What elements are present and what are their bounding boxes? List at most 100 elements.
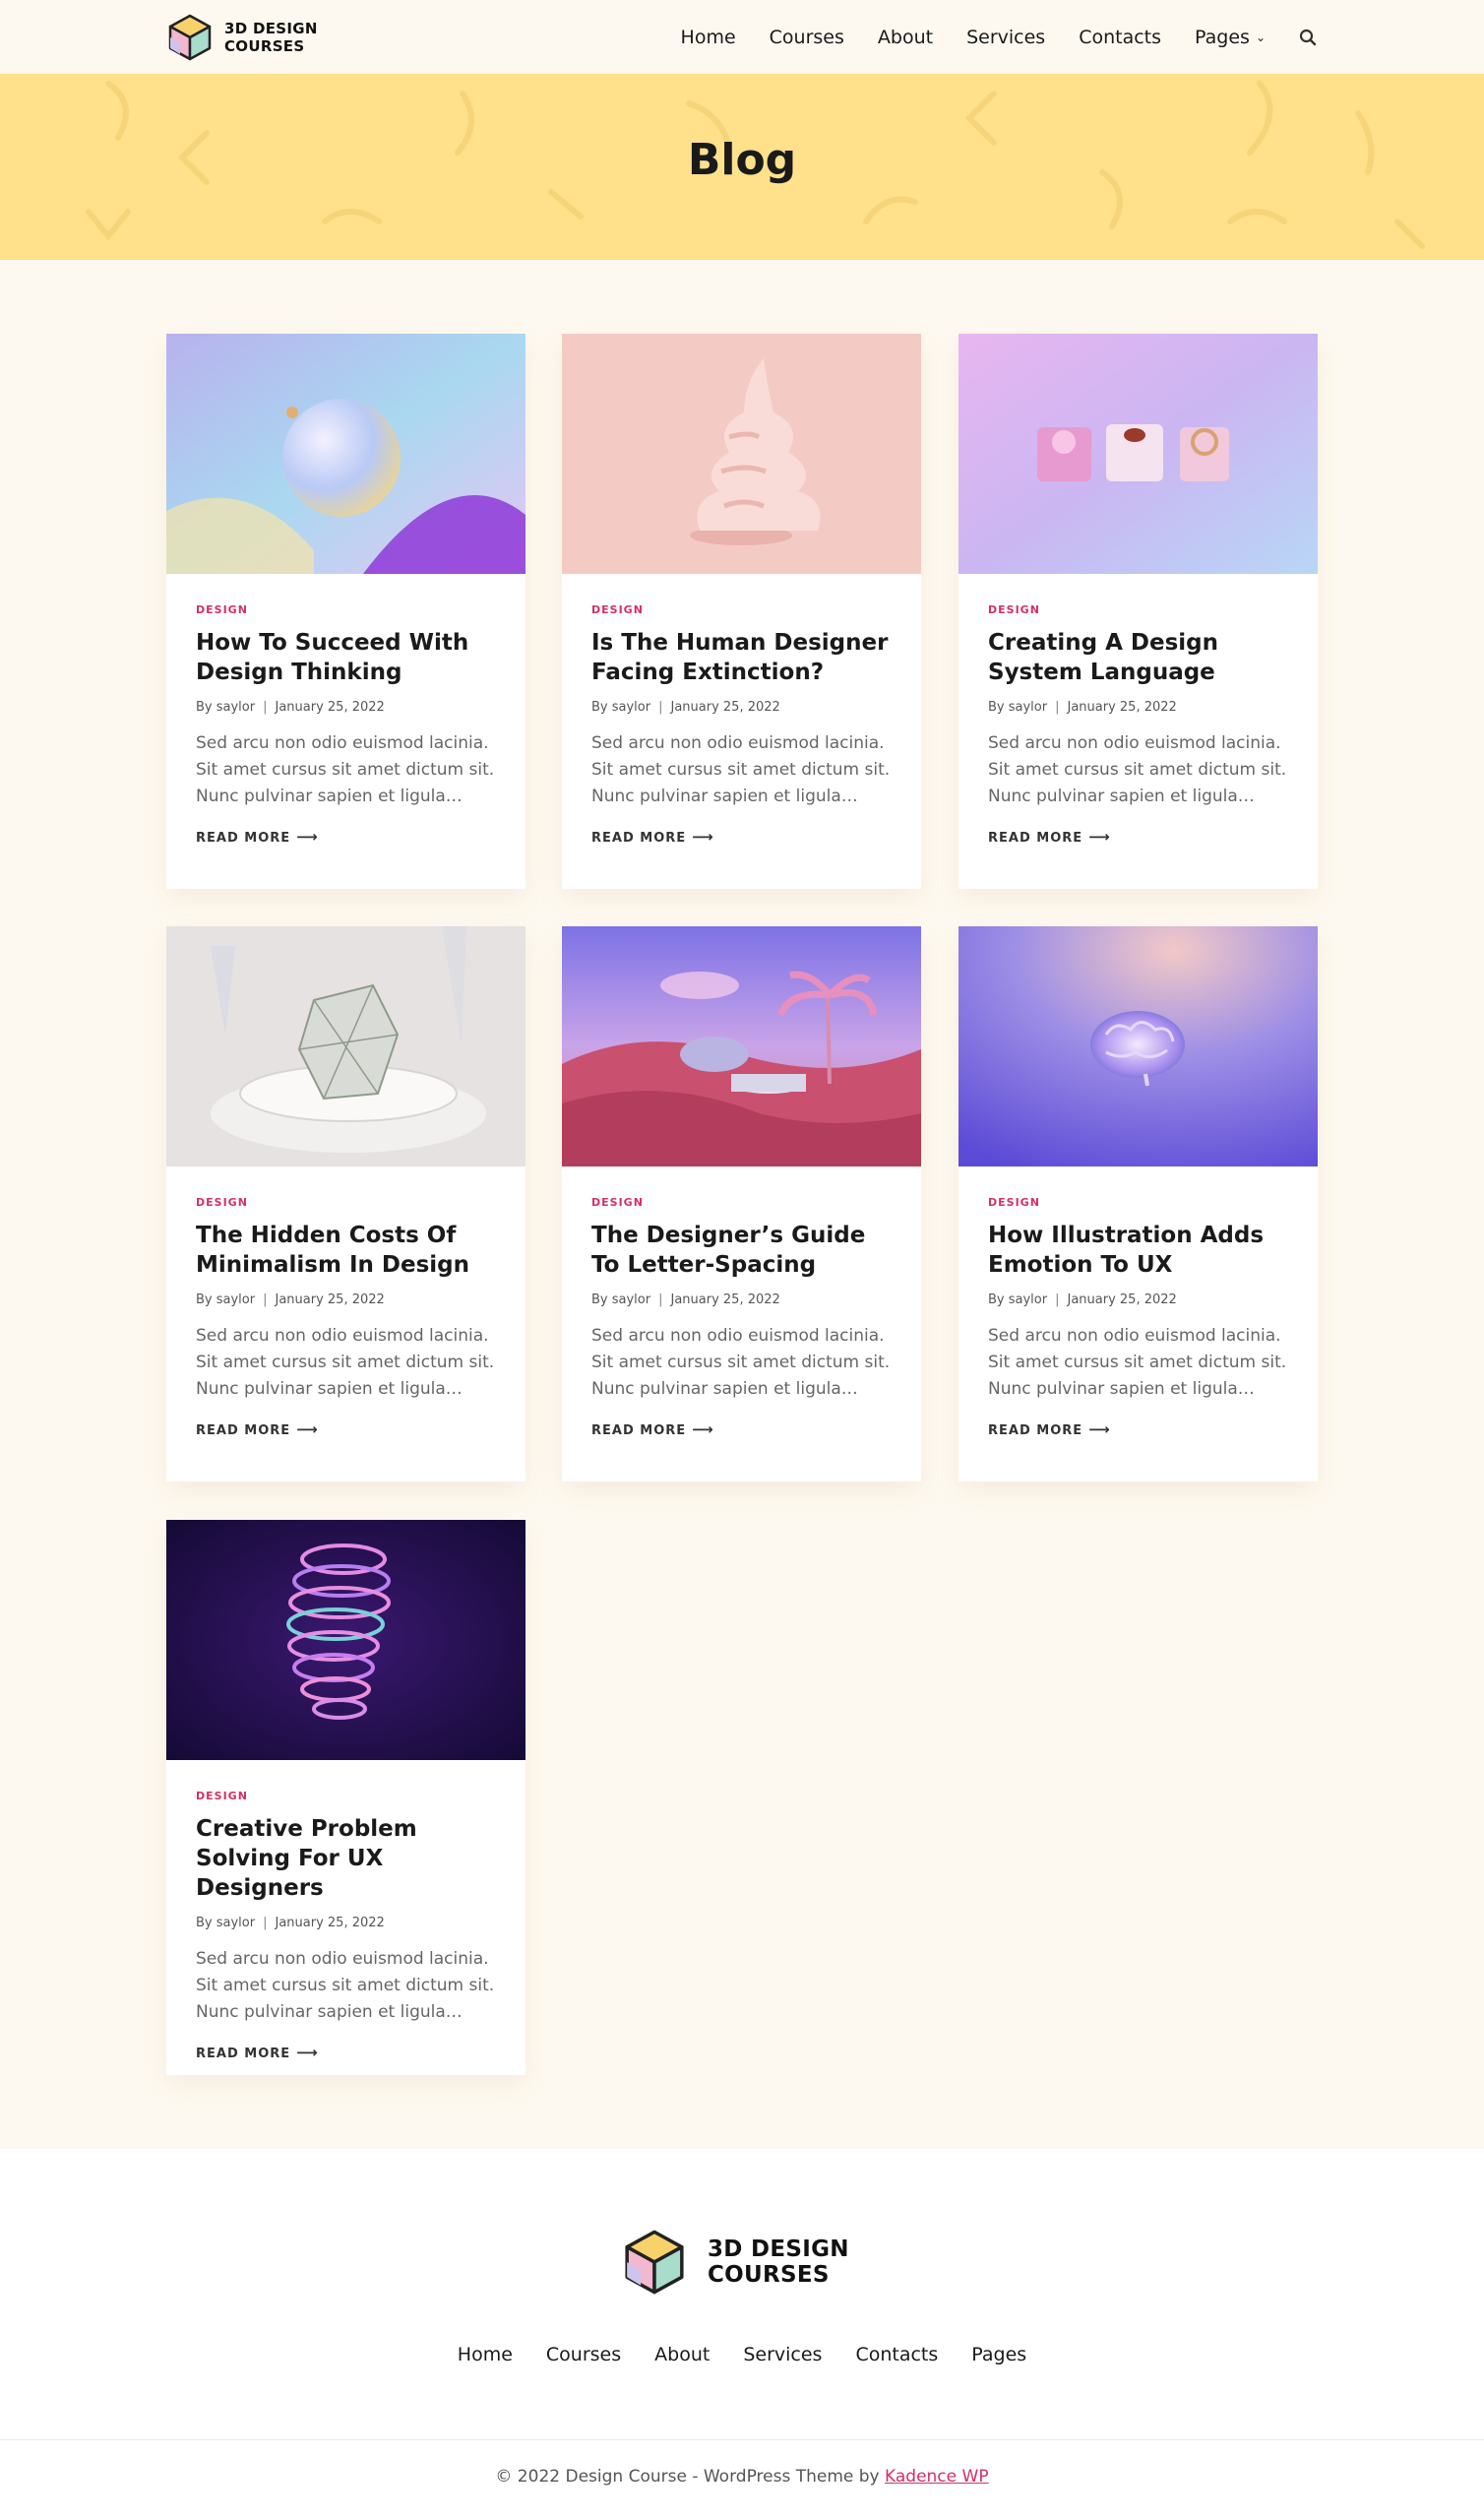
post-date: January 25, 2022 xyxy=(1067,1292,1177,1307)
arrow-right-icon: ⟶ xyxy=(692,1420,714,1438)
cube-logo-icon xyxy=(168,14,212,61)
post-excerpt: Sed arcu non odio euismod lacinia. Sit a… xyxy=(196,1949,495,2022)
site-logo[interactable]: 3D DESIGN COURSES xyxy=(167,13,318,62)
post-meta: By saylor | January 25, 2022 xyxy=(591,700,780,715)
page-hero: Blog xyxy=(0,74,1484,260)
read-more-link[interactable]: READ MORE ⟶ xyxy=(591,828,714,846)
nav-item-pages-label: Pages xyxy=(1195,26,1250,48)
post-thumbnail-image xyxy=(166,334,526,574)
read-more-link[interactable]: READ MORE ⟶ xyxy=(988,1420,1111,1438)
read-more-link[interactable]: READ MORE ⟶ xyxy=(988,828,1111,846)
post-title[interactable]: Is The Human Designer Facing Extinction? xyxy=(591,628,892,687)
post-date: January 25, 2022 xyxy=(275,700,385,715)
post-author[interactable]: By saylor xyxy=(591,1292,650,1307)
post-author[interactable]: By saylor xyxy=(591,700,650,715)
post-thumbnail[interactable] xyxy=(166,334,526,574)
read-more-link[interactable]: READ MORE ⟶ xyxy=(591,1420,714,1438)
footer-nav-pages[interactable]: Pages xyxy=(971,2344,1026,2365)
footer-nav-services[interactable]: Services xyxy=(743,2344,822,2365)
post-card: DESIGN Is The Human Designer Facing Exti… xyxy=(562,334,921,889)
post-thumbnail-image xyxy=(562,926,921,1166)
post-excerpt: Sed arcu non odio euismod lacinia. Sit a… xyxy=(196,1326,495,1399)
post-title[interactable]: Creating A Design System Language xyxy=(988,628,1288,687)
read-more-link[interactable]: READ MORE ⟶ xyxy=(196,1420,319,1438)
post-excerpt: Sed arcu non odio euismod lacinia. Sit a… xyxy=(988,1326,1287,1399)
post-card: DESIGN How Illustration Adds Emotion To … xyxy=(958,926,1318,1481)
post-thumbnail-image xyxy=(958,334,1318,574)
post-meta: By saylor | January 25, 2022 xyxy=(196,700,385,715)
arrow-right-icon: ⟶ xyxy=(1088,828,1111,846)
arrow-right-icon: ⟶ xyxy=(296,1420,319,1438)
chevron-down-icon: ⌄ xyxy=(1255,30,1266,44)
post-author[interactable]: By saylor xyxy=(196,700,255,715)
post-thumbnail[interactable] xyxy=(958,926,1318,1166)
logo-text: 3D DESIGN COURSES xyxy=(708,2236,849,2288)
post-thumbnail-image xyxy=(166,1520,526,1760)
post-author[interactable]: By saylor xyxy=(988,1292,1047,1307)
post-category[interactable]: DESIGN xyxy=(988,603,1288,616)
post-title[interactable]: How Illustration Adds Emotion To UX xyxy=(988,1221,1288,1280)
nav-item-courses[interactable]: Courses xyxy=(770,27,844,48)
post-author[interactable]: By saylor xyxy=(196,1292,255,1307)
post-meta: By saylor | January 25, 2022 xyxy=(988,1292,1177,1307)
read-more-link[interactable]: READ MORE ⟶ xyxy=(196,2044,319,2061)
post-category[interactable]: DESIGN xyxy=(196,1196,496,1209)
post-excerpt: Sed arcu non odio euismod lacinia. Sit a… xyxy=(591,1326,891,1399)
post-thumbnail[interactable] xyxy=(958,334,1318,574)
read-more-link[interactable]: READ MORE ⟶ xyxy=(196,828,319,846)
nav-item-home[interactable]: Home xyxy=(681,27,736,48)
post-category[interactable]: DESIGN xyxy=(591,603,892,616)
post-excerpt: Sed arcu non odio euismod lacinia. Sit a… xyxy=(988,733,1287,806)
footer-nav-home[interactable]: Home xyxy=(458,2344,513,2365)
post-title[interactable]: Creative Problem Solving For UX Designer… xyxy=(196,1814,496,1903)
post-meta: By saylor | January 25, 2022 xyxy=(196,1292,385,1307)
post-title[interactable]: How To Succeed With Design Thinking xyxy=(196,628,496,687)
post-excerpt: Sed arcu non odio euismod lacinia. Sit a… xyxy=(196,733,495,806)
post-thumbnail-image xyxy=(958,926,1318,1166)
footer-nav-contacts[interactable]: Contacts xyxy=(855,2344,938,2365)
arrow-right-icon: ⟶ xyxy=(1088,1420,1111,1438)
post-date: January 25, 2022 xyxy=(670,1292,780,1307)
footer-nav-about[interactable]: About xyxy=(654,2344,710,2365)
arrow-right-icon: ⟶ xyxy=(692,828,714,846)
post-category[interactable]: DESIGN xyxy=(988,1196,1288,1209)
post-author[interactable]: By saylor xyxy=(988,700,1047,715)
arrow-right-icon: ⟶ xyxy=(296,828,319,846)
arrow-right-icon: ⟶ xyxy=(296,2044,319,2061)
post-date: January 25, 2022 xyxy=(1067,700,1177,715)
post-thumbnail[interactable] xyxy=(166,926,526,1166)
post-card: DESIGN How To Succeed With Design Thinki… xyxy=(166,334,526,889)
kadence-link[interactable]: Kadence WP xyxy=(885,2467,989,2487)
nav-item-contacts[interactable]: Contacts xyxy=(1079,27,1161,48)
page-title: Blog xyxy=(687,135,797,185)
post-date: January 25, 2022 xyxy=(275,1916,385,1930)
post-meta: By saylor | January 25, 2022 xyxy=(988,700,1177,715)
nav-item-services[interactable]: Services xyxy=(966,27,1045,48)
footer-nav-courses[interactable]: Courses xyxy=(546,2344,621,2365)
post-thumbnail[interactable] xyxy=(562,926,921,1166)
footer-logo[interactable]: 3D DESIGN COURSES xyxy=(623,2228,849,2297)
post-thumbnail[interactable] xyxy=(562,334,921,574)
post-category[interactable]: DESIGN xyxy=(591,1196,892,1209)
post-meta: By saylor | January 25, 2022 xyxy=(591,1292,780,1307)
site-footer: 3D DESIGN COURSES Home Courses About Ser… xyxy=(0,2149,1484,2520)
logo-text: 3D DESIGN COURSES xyxy=(224,20,318,55)
site-header: 3D DESIGN COURSES Home Courses About Ser… xyxy=(0,0,1484,74)
post-title[interactable]: The Hidden Costs Of Minimalism In Design xyxy=(196,1221,496,1280)
nav-item-pages[interactable]: Pages ⌄ xyxy=(1195,27,1266,48)
post-meta: By saylor | January 25, 2022 xyxy=(196,1916,385,1930)
post-thumbnail[interactable] xyxy=(166,1520,526,1760)
footer-nav: Home Courses About Services Contacts Pag… xyxy=(0,2344,1484,2365)
post-thumbnail-image xyxy=(562,334,921,574)
post-excerpt: Sed arcu non odio euismod lacinia. Sit a… xyxy=(591,733,891,806)
footer-divider xyxy=(0,2439,1484,2440)
post-title[interactable]: The Designer’s Guide To Letter-Spacing xyxy=(591,1221,892,1280)
post-category[interactable]: DESIGN xyxy=(196,603,496,616)
post-card: DESIGN The Hidden Costs Of Minimalism In… xyxy=(166,926,526,1481)
post-card: DESIGN Creative Problem Solving For UX D… xyxy=(166,1520,526,2075)
nav-item-about[interactable]: About xyxy=(878,27,933,48)
post-card: DESIGN The Designer’s Guide To Letter-Sp… xyxy=(562,926,921,1481)
post-author[interactable]: By saylor xyxy=(196,1916,255,1930)
post-category[interactable]: DESIGN xyxy=(196,1790,496,1802)
search-icon[interactable] xyxy=(1299,29,1317,46)
